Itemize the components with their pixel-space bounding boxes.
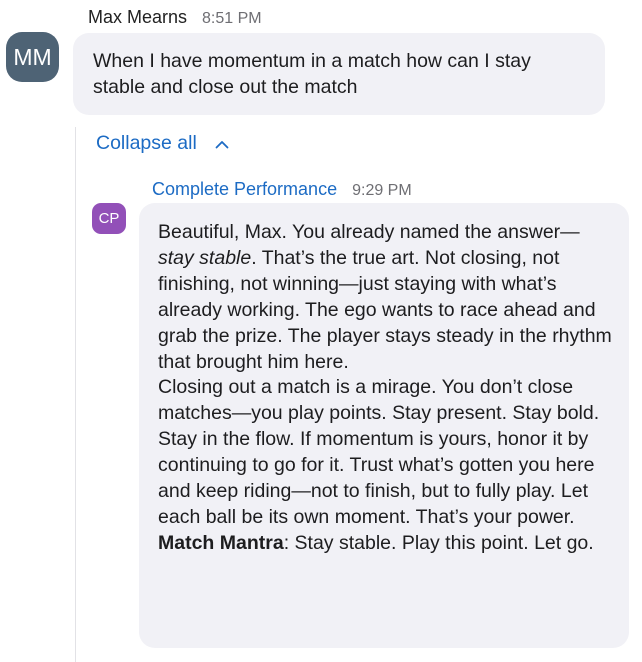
reply-paragraph-2: Closing out a match is a mirage. You don… bbox=[158, 376, 600, 528]
message-header: Max Mearns 8:51 PM bbox=[88, 7, 262, 28]
collapse-all-button[interactable]: Collapse all bbox=[96, 132, 229, 155]
match-mantra: Match Mantra: Stay stable. Play this poi… bbox=[158, 531, 615, 557]
avatar-max-mearns[interactable]: MM bbox=[6, 32, 59, 82]
thread-line bbox=[75, 127, 76, 662]
emphasis-stay-stable: stay stable bbox=[158, 246, 252, 269]
reply-message-bubble: Beautiful, Max. You already named the an… bbox=[139, 203, 629, 648]
match-mantra-text: : Stay stable. Play this point. Let go. bbox=[283, 531, 594, 554]
reply-timestamp: 9:29 PM bbox=[352, 182, 412, 199]
user-message-bubble: When I have momentum in a match how can … bbox=[73, 33, 605, 115]
message-timestamp: 8:51 PM bbox=[202, 10, 262, 27]
avatar-complete-performance[interactable]: CP bbox=[92, 203, 126, 234]
avatar-initials: MM bbox=[13, 43, 52, 70]
message-text: When I have momentum in a match how can … bbox=[93, 50, 531, 98]
sender-name[interactable]: Max Mearns bbox=[88, 7, 187, 28]
reply-header: Complete Performance 9:29 PM bbox=[152, 179, 412, 200]
chevron-up-icon bbox=[215, 140, 229, 148]
match-mantra-label: Match Mantra bbox=[158, 531, 284, 554]
reply-sender-name[interactable]: Complete Performance bbox=[152, 179, 337, 200]
avatar-initials: CP bbox=[98, 210, 120, 227]
collapse-all-label: Collapse all bbox=[96, 132, 197, 154]
chat-thread-view: MM Max Mearns 8:51 PM When I have moment… bbox=[0, 0, 642, 662]
reply-paragraph-1: Beautiful, Max. You already named the an… bbox=[158, 221, 612, 373]
